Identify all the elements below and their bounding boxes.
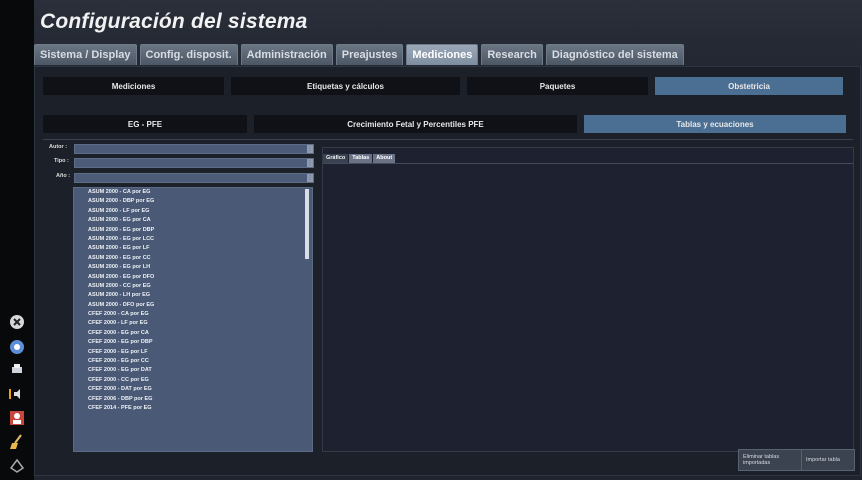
list-item[interactable]: ASUM 2000 - DFO por EG: [74, 301, 312, 310]
list-item[interactable]: CFEF 2000 - EG por CC: [74, 357, 312, 366]
list-item[interactable]: ASUM 2000 - EG por LH: [74, 263, 312, 272]
subtab-labels-calculations[interactable]: Etiquetas y cálculos: [231, 77, 460, 95]
list-item[interactable]: ASUM 2000 - CC por EG: [74, 282, 312, 291]
list-item[interactable]: ASUM 2000 - DBP por EG: [74, 197, 312, 206]
subtab-obstetrics[interactable]: Obstetricia: [655, 77, 843, 95]
list-item[interactable]: ASUM 2000 - EG por DBP: [74, 226, 312, 235]
author-select[interactable]: ⋮: [74, 144, 314, 154]
tables-list[interactable]: ASUM 2000 - CA por EG ASUM 2000 - DBP po…: [73, 187, 313, 452]
broom-icon[interactable]: [7, 432, 27, 452]
tab-graph[interactable]: Gráfico: [323, 154, 349, 163]
subtab-packages[interactable]: Paquetes: [467, 77, 648, 95]
probe-icon[interactable]: [7, 456, 27, 476]
dropdown-arrow-icon[interactable]: ⋮: [307, 159, 313, 167]
tab-administration[interactable]: Administración: [240, 44, 333, 65]
tab-research[interactable]: Research: [481, 44, 543, 65]
list-item[interactable]: CFEF 2000 - EG por DBP: [74, 338, 312, 347]
author-label: Autor :: [49, 144, 68, 150]
help-circle-icon[interactable]: [7, 337, 27, 357]
system-config-window: Configuración del sistema Sistema / Disp…: [34, 0, 862, 480]
dropdown-arrow-icon[interactable]: ⋮: [307, 174, 313, 182]
close-circle-icon[interactable]: [7, 312, 27, 332]
tab-device-config[interactable]: Config. disposit.: [139, 44, 238, 65]
page-title: Configuración del sistema: [40, 10, 308, 33]
list-item[interactable]: ASUM 2000 - EG por CC: [74, 254, 312, 263]
subtab-measurements[interactable]: Mediciones: [43, 77, 224, 95]
year-label: Año :: [56, 173, 71, 179]
main-tab-bar: Sistema / Display Config. disposit. Admi…: [34, 44, 687, 66]
list-item[interactable]: CFEF 2000 - EG por CA: [74, 329, 312, 338]
list-item[interactable]: CFEF 2000 - DAT por EG: [74, 385, 312, 394]
measurements-panel: Mediciones Etiquetas y cálculos Paquetes…: [34, 66, 861, 476]
tab-system-display[interactable]: Sistema / Display: [34, 44, 137, 65]
list-item[interactable]: CFEF 2000 - CC por EG: [74, 376, 312, 385]
dropdown-arrow-icon[interactable]: ⋮: [307, 145, 313, 153]
divider: [43, 139, 853, 140]
left-toolbar: [0, 0, 34, 480]
list-scrollbar[interactable]: [305, 189, 309, 259]
subtab-tables-equations[interactable]: Tablas y ecuaciones: [584, 115, 846, 133]
list-item[interactable]: ASUM 2000 - EG por CA: [74, 216, 312, 225]
obstetrics-subtabs: EG - PFE Crecimiento Fetal y Percentiles…: [43, 115, 853, 133]
list-item[interactable]: ASUM 2000 - LH por EG: [74, 291, 312, 300]
list-item[interactable]: CFEF 2000 - EG por LF: [74, 348, 312, 357]
list-item[interactable]: CFEF 2000 - LF por EG: [74, 319, 312, 328]
import-table-button[interactable]: Importar tabla: [801, 449, 855, 471]
measurements-subtabs: Mediciones Etiquetas y cálculos Paquetes…: [43, 77, 850, 95]
graph-area: [323, 163, 853, 452]
list-item[interactable]: CFEF 2006 - DBP por EG: [74, 395, 312, 404]
list-item[interactable]: ASUM 2000 - EG por LF: [74, 244, 312, 253]
list-item[interactable]: ASUM 2000 - EG por DFO: [74, 273, 312, 282]
year-select[interactable]: ⋮: [74, 173, 314, 183]
type-select[interactable]: ⋮: [74, 158, 314, 168]
tab-about[interactable]: About: [373, 154, 396, 163]
view-tabs: Gráfico Tablas About: [323, 154, 396, 163]
tab-presets[interactable]: Preajustes: [335, 44, 404, 65]
list-item[interactable]: CFEF 2014 - PFE por EG: [74, 404, 312, 413]
subtab-fetal-growth[interactable]: Crecimiento Fetal y Percentiles PFE: [254, 115, 577, 133]
tab-tables[interactable]: Tablas: [349, 154, 373, 163]
user-icon[interactable]: [7, 408, 27, 428]
printer-icon[interactable]: [7, 360, 27, 380]
list-item[interactable]: CFEF 2000 - EG por DAT: [74, 366, 312, 375]
table-preview-panel: Gráfico Tablas About: [322, 147, 854, 452]
list-item[interactable]: ASUM 2000 - LF por EG: [74, 207, 312, 216]
list-item[interactable]: CFEF 2000 - CA por EG: [74, 310, 312, 319]
speaker-icon[interactable]: [7, 384, 27, 404]
list-item[interactable]: ASUM 2000 - EG por LCC: [74, 235, 312, 244]
list-item[interactable]: ASUM 2000 - CA por EG: [74, 188, 312, 197]
type-label: Tipo :: [54, 158, 69, 164]
tab-system-diagnostics[interactable]: Diagnóstico del sistema: [545, 44, 684, 65]
subtab-eg-pfe[interactable]: EG - PFE: [43, 115, 247, 133]
tab-measurements[interactable]: Mediciones: [406, 44, 479, 65]
delete-imported-tables-button[interactable]: Eliminar tablas importadas: [738, 449, 804, 471]
